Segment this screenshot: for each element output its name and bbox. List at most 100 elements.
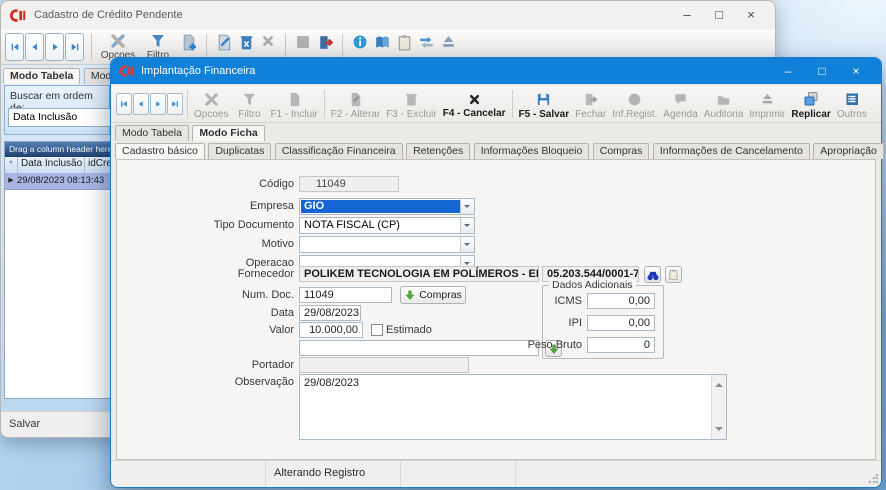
nav-first-button[interactable] xyxy=(116,93,132,115)
cancel-x-icon xyxy=(260,33,276,49)
toolbar-button-f5-salvar[interactable]: F5 - Salvar xyxy=(516,89,573,120)
toolbar-button-agenda[interactable]: Agenda xyxy=(660,89,700,120)
tab-informacoes-bloqueio[interactable]: Informações Bloqueio xyxy=(474,143,590,159)
resize-grip[interactable] xyxy=(868,474,878,484)
tab-informacoes-cancelamento[interactable]: Informações de Cancelamento xyxy=(653,143,810,159)
back-nav-last-button[interactable] xyxy=(65,33,84,61)
empresa-label: Empresa xyxy=(204,199,294,214)
observacao-scrollbar[interactable] xyxy=(711,375,726,439)
front-statusbar: Alterando Registro xyxy=(111,460,881,487)
front-minimize-button[interactable]: – xyxy=(771,59,805,83)
nav-next-button[interactable] xyxy=(150,93,166,115)
front-tab-modo-tabela[interactable]: Modo Tabela xyxy=(115,125,189,141)
toolbar-button-f1-incluir[interactable]: F1 - Incluir xyxy=(267,89,320,120)
tab-cadastro-basico[interactable]: Cadastro básico xyxy=(115,143,205,159)
speech-bubble-icon xyxy=(672,91,689,108)
front-page-tabs: Cadastro básico Duplicatas Classificação… xyxy=(115,141,883,159)
compras-button-label: Compras xyxy=(419,289,462,301)
tipo-documento-combo[interactable]: NOTA FISCAL (CP) xyxy=(299,217,475,234)
estimado-checkbox[interactable] xyxy=(371,324,383,336)
front-tab-modo-ficha[interactable]: Modo Ficha xyxy=(192,125,264,141)
search-order-panel: Buscar em ordem de: Data Inclusão xyxy=(4,85,110,135)
back-nav-next-button[interactable] xyxy=(45,33,64,61)
status-cell-mode: Alterando Registro xyxy=(266,461,401,487)
trash-icon xyxy=(403,91,420,108)
num-doc-field[interactable]: 11049 xyxy=(299,287,392,303)
toolbar-button-opcoes[interactable]: Opcoes xyxy=(191,89,231,120)
toolbar-separator xyxy=(187,90,188,118)
ipi-field[interactable]: 0,00 xyxy=(587,315,655,331)
toolbar-button-inf-regist[interactable]: Inf.Regist. xyxy=(609,89,660,120)
observacao-textarea[interactable]: 29/08/2023 xyxy=(299,374,727,440)
toolbar-button-auditoria[interactable]: Auditoria xyxy=(701,89,746,120)
back-titlebar[interactable]: Cadastro de Crédito Pendente – □ × xyxy=(1,1,775,29)
search-order-field[interactable]: Data Inclusão xyxy=(8,108,111,127)
icms-field[interactable]: 0,00 xyxy=(587,293,655,309)
lookup-field[interactable] xyxy=(299,340,539,356)
toolbar-button-replicar[interactable]: Replicar xyxy=(788,88,833,120)
tab-duplicatas[interactable]: Duplicatas xyxy=(208,143,271,159)
back-tab-modo-tabela[interactable]: Modo Tabela xyxy=(3,68,80,84)
toolbar-separator xyxy=(512,90,513,118)
add-page-icon xyxy=(180,33,199,52)
upload-icon xyxy=(439,33,458,52)
toolbar-button-f2-alterar[interactable]: F2 - Alterar xyxy=(328,89,383,120)
scroll-up-icon[interactable] xyxy=(715,379,723,387)
compras-button[interactable]: Compras xyxy=(400,286,466,304)
scroll-down-icon[interactable] xyxy=(715,427,723,435)
tab-retencoes[interactable]: Retenções xyxy=(406,143,470,159)
portador-field xyxy=(299,357,469,373)
back-nav-prev-button[interactable] xyxy=(25,33,44,61)
empresa-combo[interactable]: GIO xyxy=(299,198,475,215)
codigo-label: Código xyxy=(204,177,294,192)
back-minimize-button[interactable]: – xyxy=(671,2,703,28)
toolbar-button-outros[interactable]: Outros xyxy=(834,88,870,120)
estimado-label: Estimado xyxy=(386,323,446,338)
records-grid: Drag a column header here to g * Data In… xyxy=(4,141,115,399)
grid-selected-row[interactable]: ▶ 29/08/2023 08:13:43 xyxy=(5,173,114,190)
exit-door-icon xyxy=(316,33,335,52)
fornecedor-search-button[interactable] xyxy=(644,266,661,283)
toolbar-button-imprimir[interactable]: Imprimir xyxy=(746,89,788,120)
toolbar-button-f3-excluir[interactable]: F3 - Excluir xyxy=(383,89,440,120)
toolbar-button-fechar[interactable]: Fechar xyxy=(572,89,609,120)
front-mode-tabs: Modo Tabela Modo Ficha xyxy=(115,123,264,141)
front-titlebar[interactable]: Implantação Financeira – □ × xyxy=(111,58,881,84)
chevron-down-icon[interactable] xyxy=(460,218,474,233)
info-icon xyxy=(351,33,369,51)
chevron-down-icon[interactable] xyxy=(460,199,474,214)
back-close-button[interactable]: × xyxy=(735,2,767,28)
grid-groupby-bar[interactable]: Drag a column header here to g xyxy=(5,142,114,157)
sync-arrows-icon xyxy=(417,33,436,52)
tab-classificacao-financeira[interactable]: Classificação Financeira xyxy=(275,143,403,159)
binoculars-icon xyxy=(646,268,660,282)
info-icon xyxy=(626,91,643,108)
motivo-combo[interactable] xyxy=(299,236,475,253)
cancel-x-icon xyxy=(467,92,482,107)
front-close-button[interactable]: × xyxy=(839,59,873,83)
chevron-down-icon[interactable] xyxy=(460,237,474,252)
save-floppy-icon xyxy=(535,91,552,108)
edit-pencil-icon xyxy=(215,33,234,52)
clipboard-icon xyxy=(667,268,680,281)
tab-apropriacao[interactable]: Apropriação xyxy=(813,143,884,159)
peso-bruto-field[interactable]: 0 xyxy=(587,337,655,353)
grid-col-data-inclusao[interactable]: Data Inclusão xyxy=(18,157,85,173)
codigo-field: 11049 xyxy=(299,176,399,192)
cadastro-basico-panel: Código 11049 Empresa GIO Tipo Documento … xyxy=(116,159,876,460)
front-window-title: Implantação Financeira xyxy=(141,65,255,77)
data-field[interactable]: 29/08/2023 xyxy=(299,305,361,321)
back-left-panel: Modo Tabela Modo Ficha Buscar em ordem d… xyxy=(1,65,114,411)
toolbar-button-filtro[interactable]: Filtro xyxy=(231,89,267,120)
fornecedor-paste-button[interactable] xyxy=(665,266,682,283)
tab-compras[interactable]: Compras xyxy=(593,143,650,159)
nav-prev-button[interactable] xyxy=(133,93,149,115)
front-maximize-button[interactable]: □ xyxy=(805,59,839,83)
toolbar-button-f4-cancelar[interactable]: F4 - Cancelar xyxy=(440,90,509,119)
portador-label: Portador xyxy=(204,358,294,373)
back-nav-first-button[interactable] xyxy=(5,33,24,61)
motivo-label: Motivo xyxy=(204,237,294,252)
valor-field[interactable]: 10.000,00 xyxy=(299,322,363,338)
back-maximize-button[interactable]: □ xyxy=(703,2,735,28)
nav-last-button[interactable] xyxy=(167,93,183,115)
